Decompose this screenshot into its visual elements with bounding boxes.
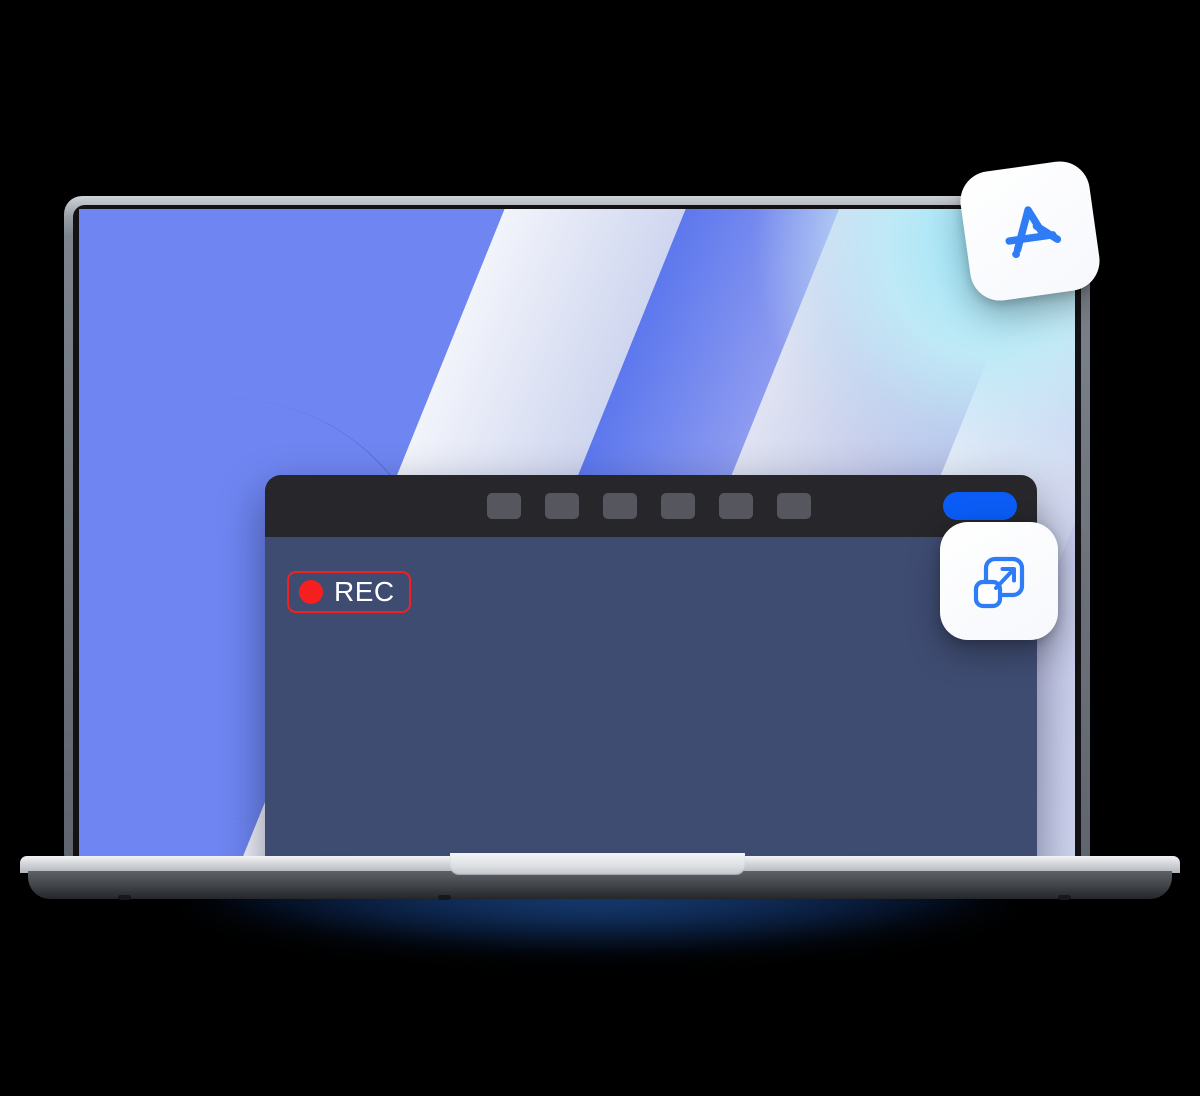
recording-badge: REC [287, 571, 411, 613]
toolbar-chip-1[interactable] [487, 493, 521, 519]
laptop-bezel: REC [73, 205, 1081, 860]
toolbar-chip-5[interactable] [719, 493, 753, 519]
laptop-base-front [28, 871, 1172, 900]
record-dot-icon [299, 580, 323, 604]
resize-expand-icon [973, 556, 1025, 609]
laptop-lid: REC [64, 196, 1090, 860]
app-content-area: REC [265, 537, 1037, 860]
laptop-base [20, 853, 1180, 902]
toolbar-chip-3[interactable] [603, 493, 637, 519]
scene-root: REC [0, 0, 1200, 1096]
laptop-base-notch [450, 853, 745, 875]
laptop-screen: REC [79, 209, 1075, 860]
toolbar-chip-6[interactable] [777, 493, 811, 519]
floating-tile-resize[interactable] [940, 522, 1058, 640]
app-store-icon [1005, 206, 1062, 259]
floating-tile-app-store[interactable] [956, 157, 1104, 305]
mirroring-app-window: REC [265, 475, 1037, 860]
recording-label: REC [334, 576, 395, 607]
app-toolbar [265, 475, 1037, 537]
toolbar-chip-4[interactable] [661, 493, 695, 519]
toolbar-chip-2[interactable] [545, 493, 579, 519]
toolbar-primary-button[interactable] [943, 492, 1017, 520]
